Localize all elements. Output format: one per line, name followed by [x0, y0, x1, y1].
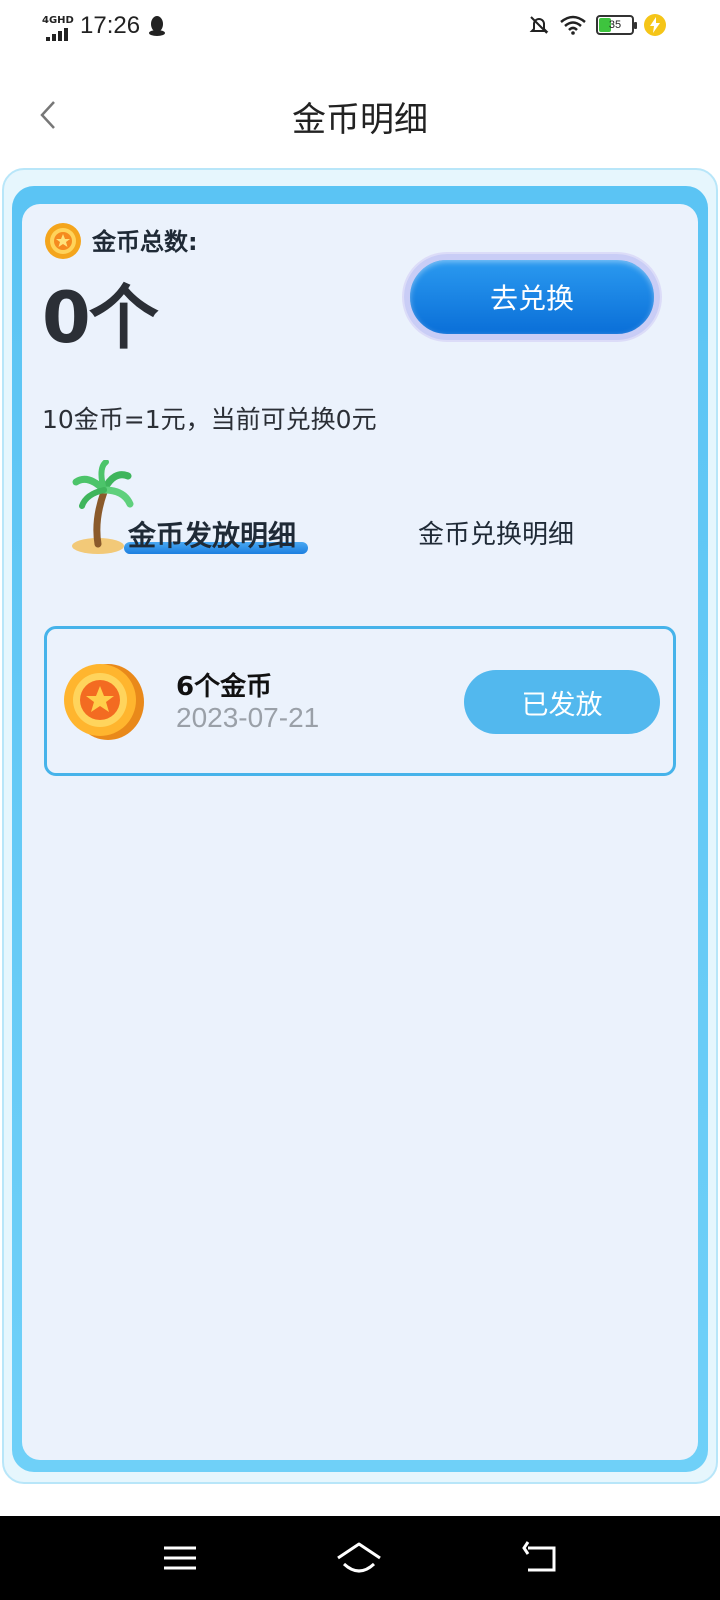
- battery-level: 35: [608, 19, 622, 31]
- exchange-button[interactable]: 去兑换: [404, 254, 660, 340]
- status-badge[interactable]: 已发放: [464, 670, 660, 734]
- tab-coin-issue[interactable]: 金币发放明细: [128, 514, 296, 554]
- gold-coin-icon: [64, 664, 144, 740]
- status-left: 4GHD 17:26: [42, 12, 166, 41]
- coin-icon: [45, 223, 81, 259]
- wifi-icon: [560, 15, 586, 35]
- back-icon[interactable]: [520, 1538, 560, 1578]
- record-date: 2023-07-21: [176, 702, 320, 733]
- signal-icon: 4GHD: [42, 12, 74, 41]
- exchange-rate-text: 10金币=1元，当前可兑换0元: [42, 405, 377, 434]
- network-type: 4GHD: [42, 15, 74, 26]
- card-body: [22, 204, 698, 1460]
- page-title: 金币明细: [292, 100, 428, 140]
- home-icon[interactable]: [334, 1538, 384, 1578]
- app-header: 金币明细: [0, 70, 720, 160]
- total-coins-label: 金币总数:: [92, 228, 198, 256]
- menu-icon[interactable]: [160, 1538, 200, 1578]
- total-coins-value: 0个: [42, 277, 159, 359]
- charging-icon: [644, 14, 666, 36]
- status-time: 17:26: [80, 12, 141, 39]
- record-title: 6个金币: [176, 672, 273, 702]
- system-nav-bar: [0, 1516, 720, 1600]
- tab-coin-exchange[interactable]: 金币兑换明细: [418, 514, 574, 551]
- qq-icon: [149, 16, 166, 36]
- status-right: 35: [528, 14, 666, 36]
- status-bar: 4GHD 17:26 35: [0, 0, 720, 56]
- battery-icon: 35: [596, 15, 637, 35]
- mute-icon: [529, 16, 549, 34]
